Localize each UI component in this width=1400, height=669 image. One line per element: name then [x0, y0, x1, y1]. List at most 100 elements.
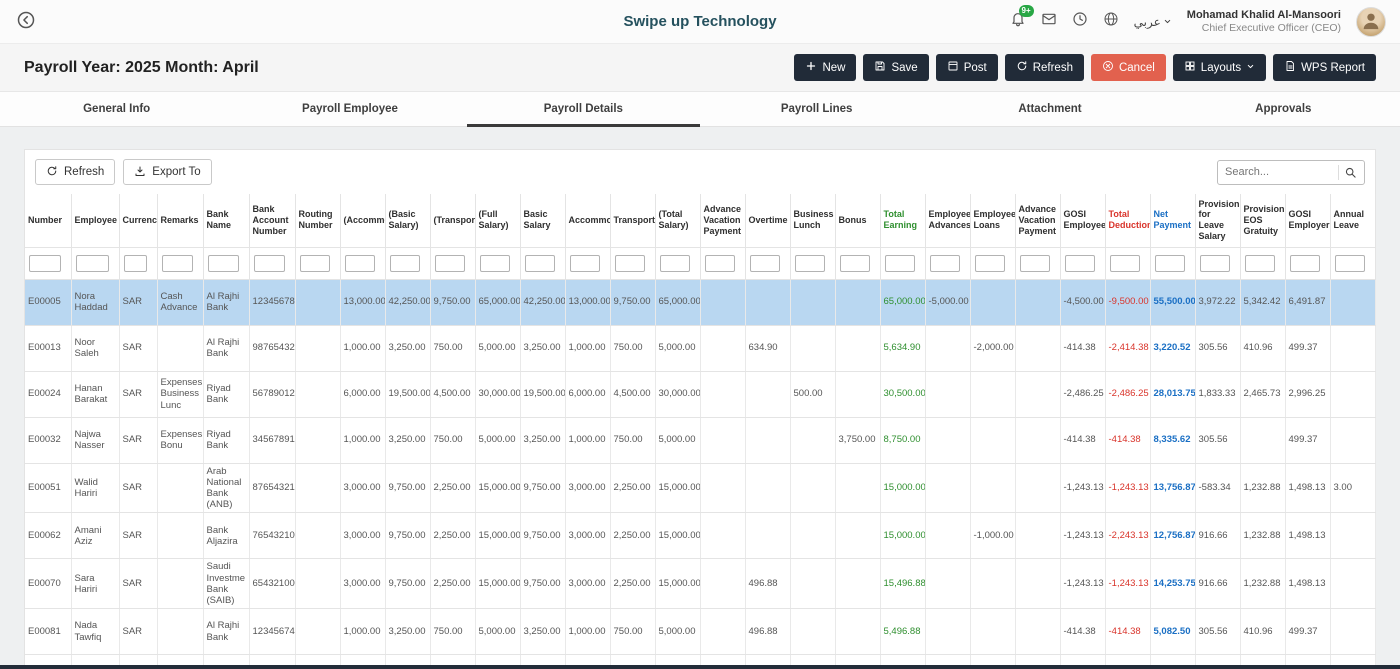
column-filter-input[interactable] [795, 255, 825, 272]
refresh-button[interactable]: Refresh [1005, 54, 1084, 81]
post-button[interactable]: Post [936, 54, 998, 81]
column-header[interactable]: Annual Leave [1330, 194, 1375, 247]
column-header[interactable]: Transporta [610, 194, 655, 247]
column-header[interactable]: Provision for Leave Salary [1195, 194, 1240, 247]
column-header[interactable]: Business Lunch [790, 194, 835, 247]
column-filter-input[interactable] [1335, 255, 1365, 272]
save-button[interactable]: Save [863, 54, 928, 81]
column-filter-input[interactable] [840, 255, 870, 272]
column-header[interactable]: Provision EOS Gratuity [1240, 194, 1285, 247]
column-header[interactable]: Basic Salary [520, 194, 565, 247]
column-header[interactable]: (Basic Salary) [385, 194, 430, 247]
table-row[interactable]: E00070Sara HaririSARSaudi Investme Bank … [25, 559, 1375, 609]
export-to-button[interactable]: Export To [123, 159, 211, 185]
column-header[interactable]: Advance Vacation Payment [700, 194, 745, 247]
column-filter-input[interactable] [570, 255, 600, 272]
notifications-button[interactable]: 9+ [1010, 11, 1026, 32]
column-filter-input[interactable] [1155, 255, 1185, 272]
column-header[interactable]: Remarks [157, 194, 203, 247]
grid-refresh-button[interactable]: Refresh [35, 159, 115, 185]
column-header[interactable]: Total Earning [880, 194, 925, 247]
column-header[interactable]: Number [25, 194, 71, 247]
column-filter-input[interactable] [300, 255, 330, 272]
column-filter-input[interactable] [1200, 255, 1230, 272]
column-filter-input[interactable] [930, 255, 960, 272]
column-header[interactable]: Accommod [565, 194, 610, 247]
search-input[interactable] [1225, 166, 1333, 178]
tab-payroll-employee[interactable]: Payroll Employee [233, 92, 466, 126]
column-filter-input[interactable] [1245, 255, 1275, 272]
new-button[interactable]: New [794, 54, 856, 81]
column-header[interactable]: (Full Salary) [475, 194, 520, 247]
column-filter-input[interactable] [345, 255, 375, 272]
wps-report-button[interactable]: WPS Report [1273, 54, 1376, 81]
column-header[interactable]: Advance Vacation Payment [1015, 194, 1060, 247]
column-header[interactable]: Total Deduction [1105, 194, 1150, 247]
table-row[interactable]: E00005Nora HaddadSARCash AdvanceAl Rajhi… [25, 279, 1375, 325]
table-row[interactable]: E00013Noor SalehSARAl Rajhi Bank98765432… [25, 325, 1375, 371]
column-filter-input[interactable] [615, 255, 645, 272]
tab-payroll-lines[interactable]: Payroll Lines [700, 92, 933, 126]
column-header[interactable]: (Accommod [340, 194, 385, 247]
table-cell: 3,000.00 [340, 559, 385, 609]
column-filter-input[interactable] [885, 255, 915, 272]
column-header[interactable]: Employee [71, 194, 119, 247]
column-header[interactable]: GOSI Employee [1060, 194, 1105, 247]
column-header[interactable]: Bonus [835, 194, 880, 247]
back-circle-icon [16, 10, 36, 33]
language-label: عربي [1134, 15, 1161, 29]
column-filter-input[interactable] [1020, 255, 1050, 272]
table-row[interactable]: E00051Walid HaririSARArab National Bank … [25, 463, 1375, 513]
tab-approvals[interactable]: Approvals [1167, 92, 1400, 126]
column-filter-input[interactable] [435, 255, 465, 272]
column-filter-input[interactable] [1110, 255, 1140, 272]
table-cell: -9,500.00 [1105, 279, 1150, 325]
search-icon[interactable] [1344, 166, 1357, 179]
column-filter-input[interactable] [208, 255, 239, 272]
column-header[interactable]: (Transport [430, 194, 475, 247]
cancel-button[interactable]: Cancel [1091, 54, 1166, 81]
table-row[interactable]: E00024Hanan BarakatSARExpenses Business … [25, 371, 1375, 417]
table-row[interactable]: E00062Amani AzizSARBank Aljazira76543210… [25, 513, 1375, 559]
column-header[interactable]: (Total Salary) [655, 194, 700, 247]
table-row[interactable]: E00032Najwa NasserSARExpenses BonuRiyad … [25, 417, 1375, 463]
column-header[interactable]: Currency [119, 194, 157, 247]
column-header[interactable]: Bank Account Number [249, 194, 295, 247]
history-button[interactable] [1072, 11, 1088, 32]
layouts-button[interactable]: Layouts [1173, 54, 1266, 81]
table-cell: -583.34 [1195, 463, 1240, 513]
column-header[interactable]: GOSI Employer [1285, 194, 1330, 247]
tab-attachment[interactable]: Attachment [933, 92, 1166, 126]
messages-button[interactable] [1041, 11, 1057, 32]
column-filter-input[interactable] [705, 255, 735, 272]
avatar[interactable] [1356, 7, 1386, 37]
column-filter-input[interactable] [124, 255, 147, 272]
column-filter-input[interactable] [525, 255, 555, 272]
column-filter-input[interactable] [162, 255, 193, 272]
column-header[interactable]: Employee Loans [970, 194, 1015, 247]
column-header[interactable]: Bank Name [203, 194, 249, 247]
tab-payroll-details[interactable]: Payroll Details [467, 92, 700, 126]
column-filter-input[interactable] [1065, 255, 1095, 272]
column-header[interactable]: Employee Advances [925, 194, 970, 247]
back-button[interactable] [14, 10, 38, 34]
column-filter-input[interactable] [975, 255, 1005, 272]
table-row[interactable]: E00081Nada TawfiqSARAl Rajhi Bank1234567… [25, 609, 1375, 655]
column-header[interactable]: Overtime [745, 194, 790, 247]
language-switcher[interactable]: عربي [1134, 15, 1172, 29]
column-header[interactable]: Net Payment [1150, 194, 1195, 247]
column-filter-input[interactable] [29, 255, 61, 272]
column-header[interactable]: Routing Number [295, 194, 340, 247]
user-info[interactable]: Mohamad Khalid Al-Mansoori Chief Executi… [1187, 8, 1341, 36]
tab-general-info[interactable]: General Info [0, 92, 233, 126]
column-filter-input[interactable] [390, 255, 420, 272]
column-filter-input[interactable] [750, 255, 780, 272]
column-filter-input[interactable] [480, 255, 510, 272]
column-filter-input[interactable] [1290, 255, 1320, 272]
table-cell [1330, 417, 1375, 463]
language-globe-button[interactable] [1103, 11, 1119, 32]
column-filter-input[interactable] [660, 255, 690, 272]
table-cell [1015, 559, 1060, 609]
column-filter-input[interactable] [254, 255, 285, 272]
column-filter-input[interactable] [76, 255, 109, 272]
